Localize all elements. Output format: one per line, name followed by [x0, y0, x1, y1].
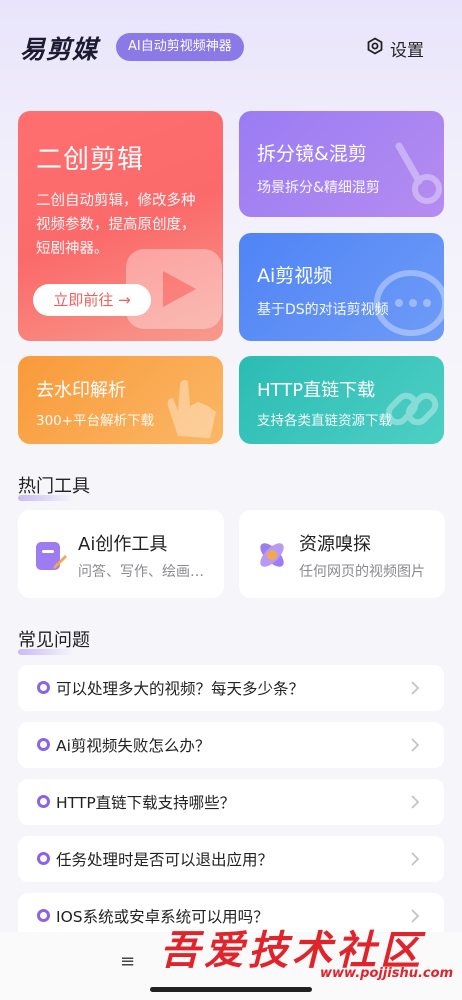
tool-title: Ai创作工具 [78, 534, 168, 555]
faq-question: 可以处理多大的视频？每天多少条？ [56, 680, 305, 698]
chevron-right-icon [411, 852, 420, 866]
card-ai-video[interactable]: Ai剪视频 基于DS的对话剪视频 [239, 233, 444, 341]
card-remix-edit[interactable]: 二创剪辑 二创自动剪辑，修改多种视频参数，提高原创度，短剧神器。 立即前往 → [18, 111, 223, 341]
card-title: 二创剪辑 [36, 145, 145, 175]
faq-question: HTTP直链下载支持哪些？ [56, 794, 236, 812]
hand-pointer-icon [167, 380, 216, 438]
bullet-dot-icon [37, 909, 50, 922]
faq-title: 常见问题 [18, 626, 90, 655]
card-title: 拆分镜&混剪 [257, 143, 367, 165]
go-now-button[interactable]: 立即前往 → [33, 284, 151, 316]
bullet-dot-icon [37, 681, 50, 694]
watermark-overlay: 吾爱技术社区 www.pojjishu.com [160, 918, 460, 988]
card-desc: 基于DS的对话剪视频 [257, 302, 389, 318]
card-desc: 支持各类直链资源下载 [257, 413, 392, 429]
header: 易剪媒 AI自动剪视频神器 设置 [0, 0, 462, 95]
pencil-doc-icon [36, 542, 67, 570]
tool-ai-creation[interactable]: Ai创作工具 问答、写作、绘画… [18, 510, 224, 598]
bullet-dot-icon [37, 795, 50, 808]
card-remove-watermark[interactable]: 去水印解析 300+平台解析下载 [18, 356, 223, 444]
settings-label: 设置 [390, 40, 424, 61]
faq-item[interactable]: Ai剪视频失败怎么办？ [18, 722, 444, 768]
card-title: Ai剪视频 [257, 265, 333, 287]
faq-question: Ai剪视频失败怎么办？ [56, 737, 211, 755]
card-desc: 300+平台解析下载 [36, 413, 155, 429]
bullet-dot-icon [37, 852, 50, 865]
watermark-url: www.pojjishu.com [320, 966, 454, 981]
atom-sniff-icon [260, 543, 284, 567]
bullet-dot-icon [37, 738, 50, 751]
scissors-icon [395, 142, 442, 204]
hot-tools-title: 热门工具 [18, 472, 90, 501]
faq-item[interactable]: 任务处理时是否可以退出应用？ [18, 836, 444, 882]
tool-desc: 任何网页的视频图片 [299, 564, 425, 580]
menu-icon[interactable]: ≡ [120, 951, 135, 972]
chevron-right-icon [411, 795, 420, 809]
faq-item[interactable]: HTTP直链下载支持哪些？ [18, 779, 444, 825]
card-http-download[interactable]: HTTP直链下载 支持各类直链资源下载 [239, 356, 444, 444]
app-logo: 易剪媒 [20, 35, 99, 64]
tool-desc: 问答、写作、绘画… [78, 564, 204, 580]
settings-button[interactable]: 设置 [366, 36, 424, 61]
card-split-remix[interactable]: 拆分镜&混剪 场景拆分&精细混剪 [239, 111, 444, 217]
faq-question: 任务处理时是否可以退出应用？ [56, 851, 274, 869]
tool-title: 资源嗅探 [299, 534, 371, 555]
card-title: HTTP直链下载 [257, 380, 376, 401]
chevron-right-icon [411, 681, 420, 695]
card-desc: 二创自动剪辑，修改多种视频参数，提高原创度，短剧神器。 [36, 193, 196, 257]
chevron-right-icon [411, 738, 420, 752]
faq-item[interactable]: 可以处理多大的视频？每天多少条？ [18, 665, 444, 711]
slogan-badge: AI自动剪视频神器 [116, 33, 244, 61]
card-desc: 场景拆分&精细混剪 [257, 180, 380, 196]
gear-icon [366, 36, 384, 60]
tool-resource-sniff[interactable]: 资源嗅探 任何网页的视频图片 [239, 510, 445, 598]
card-title: 去水印解析 [36, 380, 126, 401]
